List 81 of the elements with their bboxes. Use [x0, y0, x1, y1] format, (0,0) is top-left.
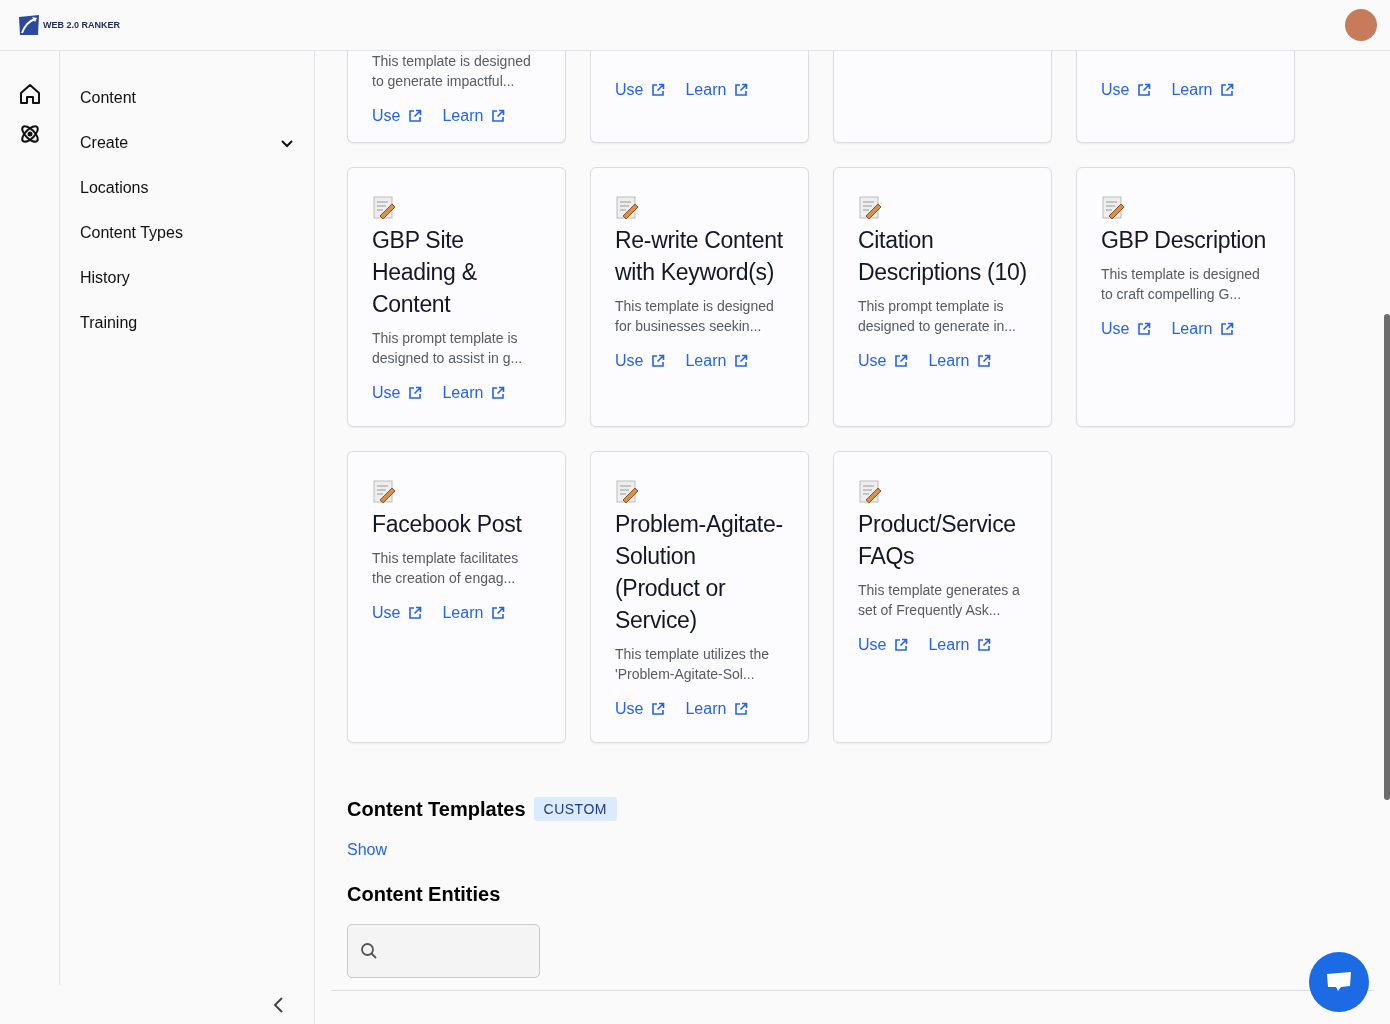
external-link-icon [491, 386, 506, 400]
template-description: This prompt template is designed to assist in g... [372, 329, 524, 368]
external-link-icon [408, 109, 423, 123]
chat-button[interactable] [1309, 952, 1369, 1012]
sidebar-item[interactable]: Create [80, 120, 294, 165]
external-link-icon [1220, 83, 1235, 97]
sidebar-item[interactable]: Content [80, 75, 294, 120]
template-description: This template generates a set of Frequently Ask... [858, 581, 1021, 620]
template-link[interactable]: Use [615, 352, 666, 370]
template-title: GBP Site Heading & Content [372, 226, 478, 319]
template-link[interactable]: Learn [442, 604, 506, 622]
logo-icon [18, 14, 40, 36]
external-link-icon [1137, 322, 1152, 336]
external-link-icon [651, 83, 666, 97]
template-description: This template is designed to craft compelling G... [1101, 265, 1261, 304]
user-avatar[interactable] [1345, 9, 1377, 41]
external-link-icon [977, 354, 992, 368]
external-link-icon [894, 354, 909, 368]
external-link-icon [1137, 83, 1152, 97]
notepad-pencil-icon [858, 480, 882, 504]
notepad-pencil-icon [858, 196, 882, 220]
template-link[interactable]: Use [372, 107, 423, 125]
notepad-pencil-icon [615, 196, 639, 220]
notepad-pencil-icon [372, 480, 396, 504]
section-title: Content Entities [347, 883, 502, 906]
logo-text: WEB 2.0 RANKER [43, 20, 120, 30]
external-link-icon [651, 702, 666, 716]
template-link[interactable]: Use [615, 81, 666, 99]
template-link[interactable]: Learn [1171, 320, 1235, 338]
external-link-icon [894, 638, 909, 652]
notepad-pencil-icon [1101, 196, 1125, 220]
template-link[interactable]: Learn [685, 352, 749, 370]
external-link-icon [1220, 322, 1235, 336]
template-link[interactable]: Use [615, 700, 666, 718]
external-link-icon [734, 702, 749, 716]
sidebar-item[interactable]: Training [80, 300, 294, 345]
template-title: Product/Service FAQs [858, 510, 1017, 571]
template-link[interactable]: Learn [928, 636, 992, 654]
external-link-icon [408, 606, 423, 620]
sidebar-item[interactable]: History [80, 255, 294, 300]
scrollbar-thumb[interactable] [1384, 314, 1390, 800]
template-description: This template is designed for businesses seekin... [615, 297, 775, 336]
template-link[interactable]: Learn [1171, 81, 1235, 99]
external-link-icon [651, 354, 666, 368]
home-icon[interactable] [17, 82, 42, 106]
template-link[interactable]: Learn [442, 384, 506, 402]
template-link[interactable]: Learn [685, 81, 749, 99]
template-link[interactable]: Learn [685, 700, 749, 718]
external-link-icon [408, 386, 423, 400]
template-link[interactable]: Learn [928, 352, 992, 370]
custom-badge: CUSTOM [533, 797, 617, 821]
template-description: This prompt template is designed to generate in... [858, 297, 1017, 336]
notepad-pencil-icon [615, 480, 639, 504]
template-title: Problem-Agitate-Solution (Product or Service) [615, 510, 784, 635]
search-field[interactable] [347, 924, 540, 978]
notepad-pencil-icon [372, 196, 396, 220]
template-link[interactable]: Use [858, 636, 909, 654]
template-link[interactable]: Use [1101, 320, 1152, 338]
sidebar-item[interactable]: Locations [80, 165, 294, 210]
collapse-sidebar-icon[interactable] [272, 996, 284, 1014]
search-icon [360, 942, 378, 960]
template-title: Facebook Post [372, 510, 523, 539]
external-link-icon [491, 109, 506, 123]
template-description: This template is designed to generate impactful... [372, 52, 532, 91]
section-title: Content Templates [347, 797, 526, 821]
show-link[interactable]: Show [347, 841, 388, 859]
template-link[interactable]: Learn [442, 107, 506, 125]
external-link-icon [734, 83, 749, 97]
template-link[interactable]: Use [1101, 81, 1152, 99]
external-link-icon [734, 354, 749, 368]
template-title: Re-write Content with Keyword(s) [615, 226, 784, 287]
external-link-icon [977, 638, 992, 652]
template-link[interactable]: Use [372, 604, 423, 622]
template-title: Citation Descriptions (10) [858, 226, 1027, 287]
template-description: This template facilitates the creation of engag... [372, 549, 520, 588]
external-link-icon [491, 606, 506, 620]
template-title: GBP Description [1101, 226, 1268, 255]
template-link[interactable]: Use [858, 352, 909, 370]
sidebar-item[interactable]: Content Types [80, 210, 294, 255]
template-description: This template utilizes the 'Problem-Agitate-Sol... [615, 645, 771, 684]
template-link[interactable]: Use [372, 384, 423, 402]
